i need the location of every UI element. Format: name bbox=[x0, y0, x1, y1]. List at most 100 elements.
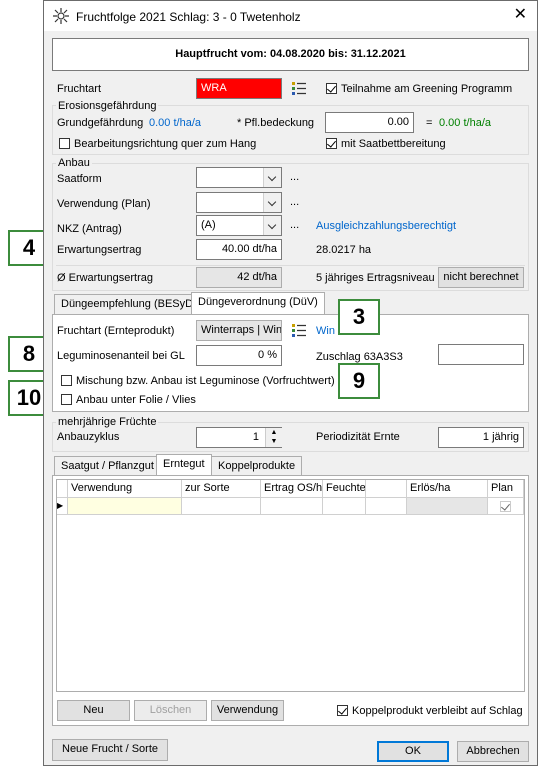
periodizitaet-value: 1 jährig bbox=[482, 431, 519, 443]
window-title: Fruchtfolge 2021 Schlag: 3 - 0 Twetenhol… bbox=[76, 10, 301, 24]
leguminosen-value: 0 % bbox=[258, 349, 277, 361]
grid-header-verwendung[interactable]: Verwendung bbox=[68, 480, 182, 498]
avg-ertrag-field: 42 dt/ha bbox=[196, 267, 282, 288]
ok-button[interactable]: OK bbox=[377, 741, 449, 762]
period-header-text: Hauptfrucht vom: 04.08.2020 bis: 31.12.2… bbox=[175, 48, 406, 60]
leguminosen-input[interactable]: 0 % bbox=[196, 345, 282, 366]
spinner-buttons[interactable]: ▲ ▼ bbox=[265, 428, 282, 447]
ernteprodukt-label: Fruchtart (Ernteprodukt) bbox=[57, 325, 175, 337]
ernteprodukt-link[interactable]: Win bbox=[316, 325, 335, 337]
equals-sign: = bbox=[426, 117, 433, 129]
fruchtart-field[interactable]: WRA bbox=[196, 78, 282, 99]
grid-header-blank[interactable] bbox=[366, 480, 407, 498]
greening-checkbox[interactable] bbox=[326, 83, 337, 94]
cell-blank[interactable] bbox=[366, 498, 407, 515]
saatform-more[interactable]: ... bbox=[290, 171, 299, 183]
nkz-more[interactable]: ... bbox=[290, 219, 299, 231]
saatbett-label: mit Saatbettbereitung bbox=[341, 138, 446, 150]
period-header: Hauptfrucht vom: 04.08.2020 bis: 31.12.2… bbox=[52, 38, 529, 71]
grid-header-erloes[interactable]: Erlös/ha bbox=[407, 480, 488, 498]
folie-checkbox[interactable] bbox=[61, 394, 72, 405]
pfl-bedeckung-label: * Pfl.bedeckung bbox=[237, 117, 315, 129]
loeschen-button[interactable]: Löschen bbox=[134, 700, 207, 721]
erosion-result: 0.00 t/ha/a bbox=[439, 117, 491, 129]
koppel-checkbox[interactable] bbox=[337, 705, 348, 716]
cell-plan[interactable] bbox=[488, 498, 524, 515]
cell-verwendung[interactable] bbox=[68, 498, 182, 515]
nicht-berechnet-button[interactable]: nicht berechnet bbox=[438, 267, 524, 288]
anbau-title: Anbau bbox=[56, 157, 92, 169]
chevron-down-icon[interactable] bbox=[263, 168, 281, 187]
neue-frucht-button[interactable]: Neue Frucht / Sorte bbox=[52, 739, 168, 761]
grid-header-ertrag[interactable]: Ertrag OS/h bbox=[261, 480, 323, 498]
divider bbox=[56, 265, 525, 266]
erosion-title: Erosionsgefährdung bbox=[56, 100, 159, 112]
pfl-bedeckung-value: 0.00 bbox=[387, 116, 409, 128]
verwendung-more[interactable]: ... bbox=[290, 196, 299, 208]
cell-sorte[interactable] bbox=[182, 498, 261, 515]
close-icon[interactable]: ✕ bbox=[514, 6, 527, 24]
anbauzyklus-label: Anbauzyklus bbox=[57, 431, 120, 443]
nkz-value: (A) bbox=[201, 219, 216, 231]
ernteprodukt-field: Winterraps | Win bbox=[196, 320, 282, 341]
mischung-label: Mischung bzw. Anbau ist Leguminose (Vorf… bbox=[76, 375, 335, 387]
anbauzyklus-value: 1 bbox=[252, 431, 259, 443]
saatbett-checkbox[interactable] bbox=[326, 138, 337, 149]
list-icon[interactable] bbox=[291, 322, 307, 338]
saatform-select[interactable] bbox=[196, 167, 282, 188]
nkz-label: NKZ (Antrag) bbox=[57, 223, 122, 235]
erwartungsertrag-label: Erwartungsertrag bbox=[57, 244, 142, 256]
verwendung-plan-label: Verwendung (Plan) bbox=[57, 198, 151, 210]
grid-header-sorte[interactable]: zur Sorte bbox=[182, 480, 261, 498]
title-bar: Fruchtfolge 2021 Schlag: 3 - 0 Twetenhol… bbox=[44, 1, 537, 31]
cell-ertrag[interactable] bbox=[261, 498, 323, 515]
erntegut-grid[interactable]: Verwendung zur Sorte Ertrag OS/h Feuchte… bbox=[56, 479, 525, 692]
koppel-label: Koppelprodukt verbleibt auf Schlag bbox=[352, 705, 523, 717]
plan-checkbox[interactable] bbox=[500, 501, 511, 512]
periodizitaet-label: Periodizität Ernte bbox=[316, 431, 400, 443]
erwartungsertrag-value: 40.00 dt/ha bbox=[221, 243, 277, 255]
tab-koppelprodukte[interactable]: Koppelprodukte bbox=[211, 456, 303, 476]
chevron-down-icon[interactable] bbox=[263, 216, 281, 235]
ernteprodukt-value: Winterraps | Win bbox=[201, 324, 282, 336]
pfl-bedeckung-input[interactable]: 0.00 bbox=[325, 112, 414, 133]
grid-header-plan[interactable]: Plan bbox=[488, 480, 524, 498]
avg-ertrag-label: Ø Erwartungsertrag bbox=[57, 272, 153, 284]
ausgleich-link[interactable]: Ausgleichzahlungsberechtigt bbox=[316, 220, 456, 232]
tab-erntegut[interactable]: Erntegut bbox=[156, 454, 212, 476]
zuschlag-label: Zuschlag 63A3S3 bbox=[316, 351, 403, 363]
folie-label: Anbau unter Folie / Vlies bbox=[76, 394, 196, 406]
row-indicator: ▶ bbox=[57, 498, 68, 515]
dialog-window: Fruchtfolge 2021 Schlag: 3 - 0 Twetenhol… bbox=[43, 0, 538, 766]
five-year-label: 5 jähriges Ertragsniveau bbox=[316, 272, 435, 284]
mehrjaehrig-title: mehrjährige Früchte bbox=[56, 416, 159, 428]
chevron-down-icon[interactable] bbox=[263, 193, 281, 212]
grid-corner bbox=[57, 480, 68, 498]
periodizitaet-field[interactable]: 1 jährig bbox=[438, 427, 524, 448]
verwendung-button[interactable]: Verwendung bbox=[211, 700, 284, 721]
cell-feuchte[interactable] bbox=[323, 498, 366, 515]
list-icon[interactable] bbox=[291, 80, 307, 96]
saatform-label: Saatform bbox=[57, 173, 102, 185]
avg-ertrag-value: 42 dt/ha bbox=[237, 271, 277, 283]
greening-label: Teilnahme am Greening Programm bbox=[341, 83, 513, 95]
tab-duengeempfehlung[interactable]: Düngeempfehlung (BESyD) bbox=[54, 294, 204, 314]
neu-button[interactable]: Neu bbox=[57, 700, 130, 721]
crop-rotation-icon bbox=[53, 8, 69, 24]
erwartungsertrag-input[interactable]: 40.00 dt/ha bbox=[196, 239, 282, 260]
callout-9: 9 bbox=[338, 363, 380, 399]
callout-3: 3 bbox=[338, 299, 380, 335]
cell-erloes bbox=[407, 498, 488, 515]
quer-hang-label: Bearbeitungsrichtung quer zum Hang bbox=[74, 138, 257, 150]
tab-duengeverordnung[interactable]: Düngeverordnung (DüV) bbox=[191, 292, 325, 314]
quer-hang-checkbox[interactable] bbox=[59, 138, 70, 149]
grundgefaehrdung-value: 0.00 t/ha/a bbox=[149, 117, 201, 129]
nkz-select[interactable]: (A) bbox=[196, 215, 282, 236]
verwendung-plan-select[interactable] bbox=[196, 192, 282, 213]
area-value: 28.0217 ha bbox=[316, 244, 372, 256]
grid-header-feuchte[interactable]: Feuchte bbox=[323, 480, 366, 498]
mischung-checkbox[interactable] bbox=[61, 375, 72, 386]
zuschlag-input[interactable] bbox=[438, 344, 524, 365]
abbrechen-button[interactable]: Abbrechen bbox=[457, 741, 529, 762]
tab-saatgut[interactable]: Saatgut / Pflanzgut bbox=[54, 456, 161, 476]
